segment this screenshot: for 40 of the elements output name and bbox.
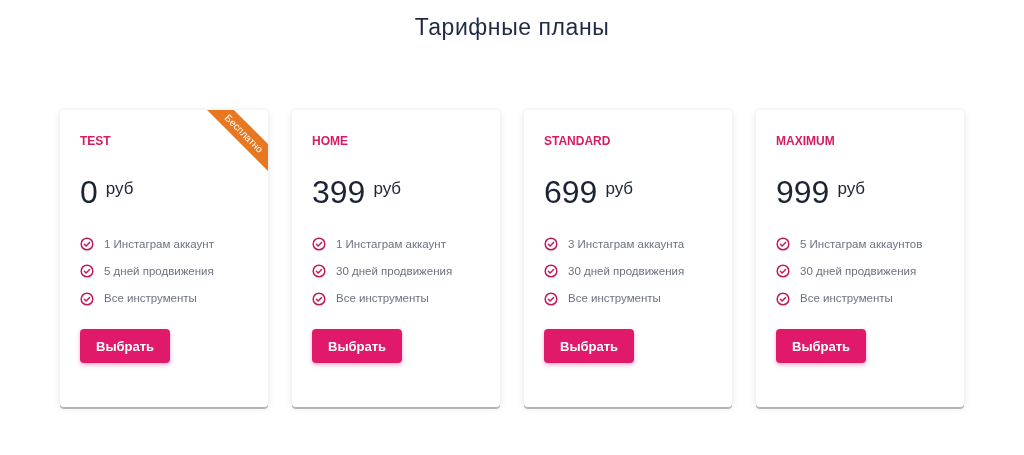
feature-text: 30 дней продвижения — [336, 263, 453, 279]
select-button[interactable]: Выбрать — [776, 329, 867, 364]
feature-text: Все инструменты — [800, 291, 893, 306]
feature-text: 1 Инстаграм аккаунт — [336, 236, 446, 252]
feature-text: 5 Инстаграм аккаунтов — [800, 236, 923, 252]
check-circle-icon — [776, 291, 790, 306]
feature-text: Все инструменты — [104, 291, 197, 306]
check-circle-icon — [776, 264, 790, 279]
select-button[interactable]: Выбрать — [80, 329, 171, 364]
plan-price: 399 — [312, 172, 366, 212]
plan-name: STANDARD — [544, 132, 612, 150]
check-circle-icon — [312, 291, 326, 306]
plan-price: 699 — [544, 172, 598, 212]
select-button[interactable]: Выбрать — [312, 329, 403, 364]
check-circle-icon — [80, 291, 94, 306]
price-currency: руб — [373, 177, 402, 200]
feature-text: Все инструменты — [336, 291, 429, 306]
plan-price: 0 — [80, 172, 98, 212]
price-currency: руб — [605, 177, 634, 200]
feature-text: 3 Инстаграм аккаунта — [568, 236, 685, 252]
check-circle-icon — [80, 237, 94, 252]
select-button[interactable]: Выбрать — [544, 329, 635, 364]
price-currency: руб — [837, 177, 866, 200]
check-circle-icon — [312, 237, 326, 252]
plan-name: HOME — [312, 132, 349, 150]
check-circle-icon — [544, 237, 558, 252]
page-title: Тарифные планы — [414, 13, 610, 42]
plan-price: 999 — [776, 172, 830, 212]
feature-text: 30 дней продвижения — [800, 263, 917, 279]
feature-text: 30 дней продвижения — [568, 263, 685, 279]
check-circle-icon — [776, 237, 790, 252]
price-currency: руб — [105, 177, 134, 200]
feature-text: 1 Инстаграм аккаунт — [104, 236, 214, 252]
check-circle-icon — [544, 264, 558, 279]
feature-text: Все инструменты — [568, 291, 661, 306]
feature-text: 5 дней продвижения — [104, 263, 214, 279]
check-circle-icon — [312, 264, 326, 279]
plan-name: MAXIMUM — [776, 132, 836, 150]
check-circle-icon — [80, 264, 94, 279]
check-circle-icon — [544, 291, 558, 306]
